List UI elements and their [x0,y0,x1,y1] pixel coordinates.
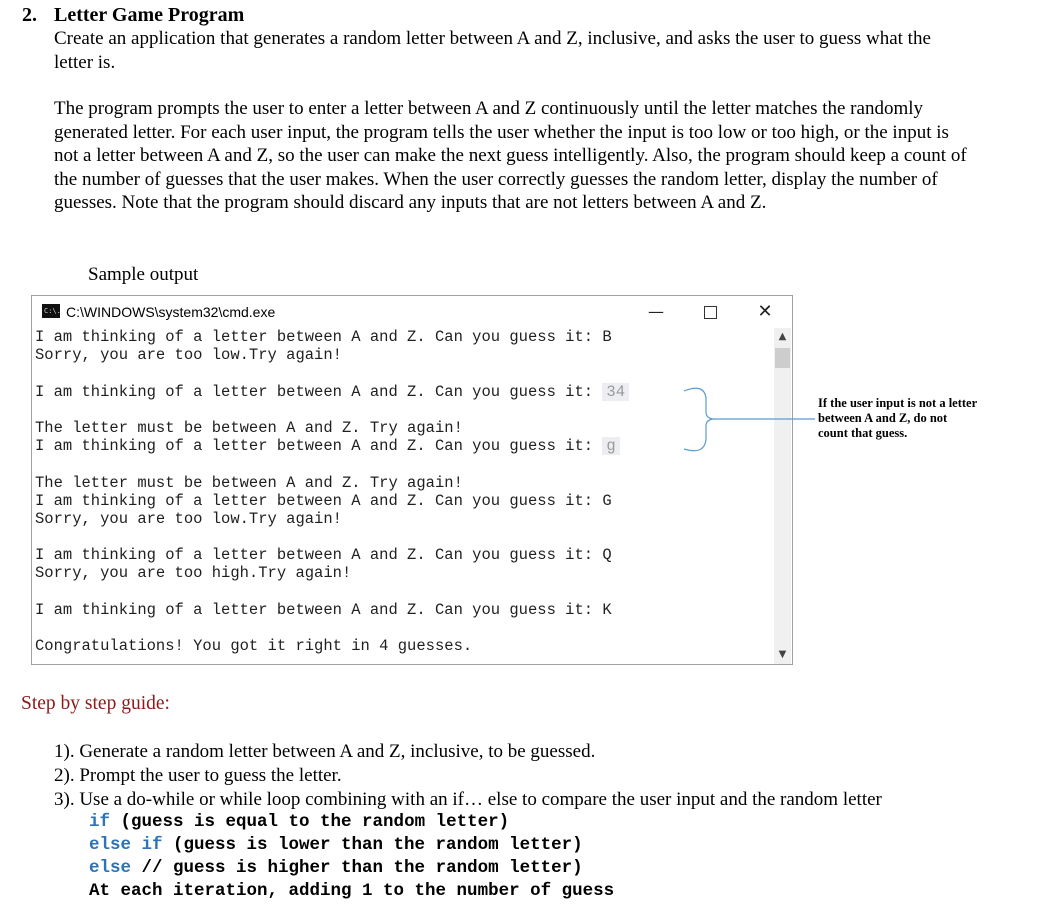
console-user-input: g [602,437,620,456]
console-line-text: The letter must be between A and Z. Try … [35,473,463,492]
console-output: I am thinking of a letter between A and … [35,328,765,655]
callout-annotation: If the user input is not a letter betwee… [818,396,977,440]
console-titlebar[interactable]: C:\. C:\WINDOWS\system32\cmd.exe — ✕ [32,296,792,328]
console-line-text: I am thinking of a letter between A and … [35,382,603,401]
step-guide-heading: Step by step guide: [21,693,170,714]
console-user-input: B [602,328,612,346]
console-line-text: I am thinking of a letter between A and … [35,437,603,456]
step-item: 2). Prompt the user to guess the letter. [54,765,342,786]
cmd-icon: C:\. [42,304,61,318]
maximize-icon [703,306,717,319]
console-line: Sorry, you are too low.Try again! [35,346,765,364]
vertical-scrollbar[interactable]: ▲ ▼ [774,328,791,664]
description-paragraph: The program prompts the user to enter a … [54,98,967,213]
console-line: I am thinking of a letter between A and … [35,328,765,346]
console-line-text: I am thinking of a letter between A and … [35,491,603,510]
code-text: (guess is lower than the random letter) [162,835,583,855]
console-line-text: Sorry, you are too low.Try again! [35,346,342,365]
console-line: I am thinking of a letter between A and … [35,492,765,510]
close-button[interactable]: ✕ [742,298,788,326]
code-line: At each iteration, adding 1 to the numbe… [89,881,615,901]
console-user-input: Q [602,546,612,565]
console-line: The letter must be between A and Z. Try … [35,419,765,437]
code-line: else if (guess is lower than the random … [89,834,583,857]
code-text: (guess is equal to the random letter) [110,812,510,832]
sample-output-label: Sample output [88,264,199,285]
window-title: C:\WINDOWS\system32\cmd.exe [66,304,276,320]
console-line-text: Sorry, you are too high.Try again! [35,564,352,583]
console-line-text: I am thinking of a letter between A and … [35,328,603,346]
console-line-text: I am thinking of a letter between A and … [35,600,603,619]
scrollbar-thumb[interactable] [775,348,790,368]
section-title: Letter Game Program [54,4,245,26]
step-item: 1). Generate a random letter between A a… [54,741,596,762]
console-user-input: 34 [602,382,630,401]
console-user-input: K [602,600,612,619]
code-text: // guess is higher than the random lette… [131,858,583,878]
console-line-text: Sorry, you are too low.Try again! [35,509,342,528]
console-line: I am thinking of a letter between A and … [35,601,765,619]
console-line-text: Congratulations! You got it right in 4 g… [35,637,473,656]
section-number: 2. [22,4,37,26]
console-line: Congratulations! You got it right in 4 g… [35,637,765,655]
section-heading: 2. Letter Game Program [22,3,244,27]
code-line: else // guess is higher than the random … [89,857,583,880]
minimize-button[interactable]: — [633,298,679,326]
code-keyword: if [89,812,111,832]
code-line: if (guess is equal to the random letter) [89,811,509,834]
console-line: I am thinking of a letter between A and … [35,437,765,456]
console-line: The letter must be between A and Z. Try … [35,474,765,492]
step-item: 3). Use a do-while or while loop combini… [54,789,882,810]
console-line: I am thinking of a letter between A and … [35,546,765,564]
scroll-up-icon[interactable]: ▲ [774,330,791,344]
maximize-button[interactable] [687,298,733,326]
code-keyword: else [89,858,132,878]
console-window: C:\. C:\WINDOWS\system32\cmd.exe — ✕ I a… [31,295,793,665]
console-user-input: G [602,491,612,510]
console-line-text: I am thinking of a letter between A and … [35,546,603,565]
console-line-text: The letter must be between A and Z. Try … [35,418,463,437]
code-keyword: else if [89,835,163,855]
console-line: Sorry, you are too high.Try again! [35,564,765,582]
intro-paragraph: Create an application that generates a r… [54,28,931,73]
console-line: Sorry, you are too low.Try again! [35,510,765,528]
console-line: I am thinking of a letter between A and … [35,382,765,401]
scroll-down-icon[interactable]: ▼ [774,648,791,662]
